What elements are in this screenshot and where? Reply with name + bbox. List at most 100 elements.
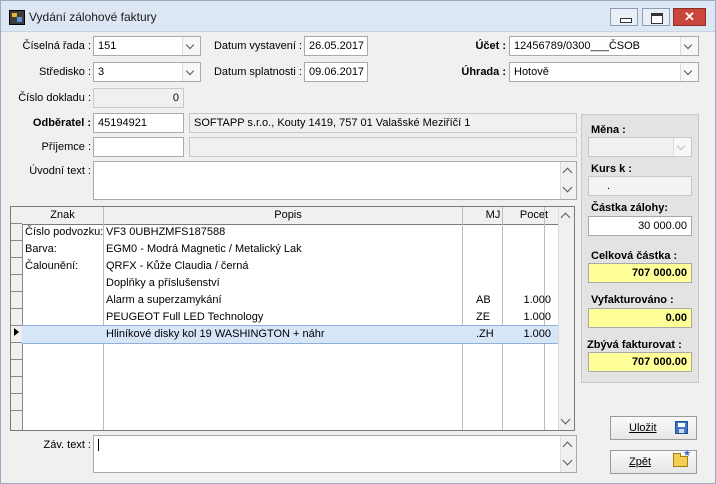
vyfakturovano-value: 0.00 (665, 312, 687, 324)
vyfakturovano-label: Vyfakturováno : (591, 294, 674, 306)
save-button[interactable]: Uložit (610, 416, 697, 440)
stredisko-select[interactable]: 3 (93, 62, 201, 82)
ciselna-rada-value: 151 (98, 40, 117, 52)
chevron-down-icon[interactable] (680, 37, 698, 55)
uvodni-text-scrollbar[interactable] (560, 162, 576, 199)
odberatel-label: Odběratel : (32, 117, 91, 129)
zav-text-scrollbar[interactable] (560, 436, 576, 472)
castka-zalohy-label: Částka zálohy: (591, 202, 669, 214)
ucet-label: Účet : (475, 40, 506, 52)
cell-mj (473, 258, 513, 275)
table-row[interactable]: Alarm a superzamykání AB 1.000 (22, 292, 559, 309)
celkova-castka-label: Celková částka : (591, 250, 678, 262)
table-row[interactable]: Doplňky a příslušenství (22, 275, 559, 292)
datum-splatnosti-label: Datum splatnosti : (213, 66, 302, 78)
cell-pocet (513, 275, 555, 292)
cislo-dokladu-value: 0 (172, 92, 179, 104)
stredisko-value: 3 (98, 66, 105, 78)
save-button-label: Uložit (629, 422, 657, 434)
cell-mj: .ZH (476, 328, 494, 340)
row-indicator-line (11, 308, 22, 309)
celkova-castka-field: 707 000.00 (588, 263, 692, 283)
cell-znak (22, 275, 103, 292)
scroll-down-icon[interactable] (560, 414, 571, 425)
cell-znak (22, 326, 103, 343)
items-grid[interactable]: Znak Popis MJ Pocet Číslo podvozku: VF3 … (10, 206, 575, 431)
cell-popis: QRFX - Kůže Claudia / černá (106, 260, 249, 272)
scroll-up-icon[interactable] (560, 212, 571, 223)
column-header-znak[interactable]: Znak (22, 207, 103, 224)
zbyva-fakturovat-value: 707 000.00 (631, 356, 687, 368)
cell-pocet (513, 224, 555, 241)
castka-zalohy-input[interactable]: 30 000.00 (588, 216, 692, 236)
row-indicator-line (11, 376, 22, 377)
uhrada-value: Hotově (514, 66, 549, 78)
table-row[interactable]: Barva: EGM0 - Modrá Magnetic / Metalický… (22, 241, 559, 258)
minimize-button[interactable] (610, 8, 638, 26)
datum-splatnosti-value: 09.06.2017 (309, 66, 365, 78)
maximize-button[interactable] (642, 8, 670, 26)
prijemce-code-input[interactable] (93, 137, 184, 157)
floppy-disk-icon (675, 421, 688, 434)
row-indicator-line (11, 325, 22, 326)
datum-splatnosti-input[interactable]: 09.06.2017 (304, 62, 368, 82)
cell-popis: EGM0 - Modrá Magnetic / Metalický Lak (106, 243, 302, 255)
row-indicator-line (11, 342, 22, 343)
back-button[interactable]: Zpět (610, 448, 697, 474)
cell-popis: Alarm a superzamykání (106, 294, 222, 306)
row-indicator-line (11, 359, 22, 360)
ciselna-rada-select[interactable]: 151 (93, 36, 201, 56)
window-title: Vydání zálohové faktury (29, 10, 157, 24)
uhrada-select[interactable]: Hotově (509, 62, 699, 82)
cell-pocet: 1.000 (523, 328, 551, 340)
scroll-down-icon[interactable] (562, 182, 573, 193)
ucet-select[interactable]: 12456789/0300___ČSOB (509, 36, 699, 56)
column-header-pocet[interactable]: Pocet (513, 207, 555, 224)
cell-pocet (513, 258, 555, 275)
cislo-dokladu-field: 0 (93, 88, 184, 108)
cell-popis: Hliníkové disky kol 19 WASHINGTON + náhr (106, 328, 325, 340)
app-icon (9, 10, 25, 25)
ciselna-rada-label: Číselná řada : (22, 40, 91, 52)
stredisko-label: Středisko : (39, 66, 91, 78)
scroll-up-icon[interactable] (562, 167, 573, 178)
datum-vystaveni-input[interactable]: 26.05.2017 (304, 36, 368, 56)
table-row[interactable]: Čalounění: QRFX - Kůže Claudia / černá (22, 258, 559, 275)
chevron-down-icon (673, 138, 691, 156)
cell-popis: Doplňky a příslušenství (106, 277, 220, 289)
chevron-down-icon[interactable] (680, 63, 698, 81)
back-button-label: Zpět (629, 456, 652, 468)
zav-text-area[interactable] (93, 435, 577, 473)
table-row[interactable]: Číslo podvozku: VF3 0UBHZMFS187588 (22, 224, 559, 241)
scroll-down-icon[interactable] (562, 455, 573, 466)
row-indicator-line (11, 410, 22, 411)
folder-icon (673, 448, 691, 467)
chevron-down-icon[interactable] (182, 37, 200, 55)
cell-znak (22, 292, 103, 309)
table-row-selected[interactable]: Hliníkové disky kol 19 WASHINGTON + náhr… (22, 325, 559, 344)
datum-vystaveni-value: 26.05.2017 (309, 40, 365, 52)
odberatel-code-value: 45194921 (98, 117, 147, 129)
uhrada-label: Úhrada : (461, 66, 506, 78)
table-row[interactable]: PEUGEOT Full LED Technology ZE 1.000 (22, 309, 559, 326)
row-indicator-line (11, 291, 22, 292)
uvodni-text-area[interactable] (93, 161, 577, 200)
zav-text-label: Záv. text : (43, 439, 91, 451)
cell-pocet: 1.000 (523, 294, 551, 306)
mena-label: Měna : (591, 124, 626, 136)
kurs-label: Kurs k : (591, 163, 632, 175)
odberatel-name-field: SOFTAPP s.r.o., Kouty 1419, 757 01 Valaš… (189, 113, 577, 133)
row-indicator-line (11, 257, 22, 258)
cell-znak: Barva: (25, 243, 57, 255)
odberatel-name-value: SOFTAPP s.r.o., Kouty 1419, 757 01 Valaš… (194, 117, 471, 129)
zbyva-fakturovat-field: 707 000.00 (588, 352, 692, 372)
grid-scrollbar[interactable] (558, 207, 574, 430)
cell-pocet (513, 241, 555, 258)
column-header-popis[interactable]: Popis (103, 207, 473, 224)
cell-mj (473, 224, 513, 241)
close-button[interactable]: ✕ (673, 8, 706, 26)
scroll-up-icon[interactable] (562, 441, 573, 452)
column-header-mj[interactable]: MJ (473, 207, 513, 224)
odberatel-code-input[interactable]: 45194921 (93, 113, 184, 133)
chevron-down-icon[interactable] (182, 63, 200, 81)
